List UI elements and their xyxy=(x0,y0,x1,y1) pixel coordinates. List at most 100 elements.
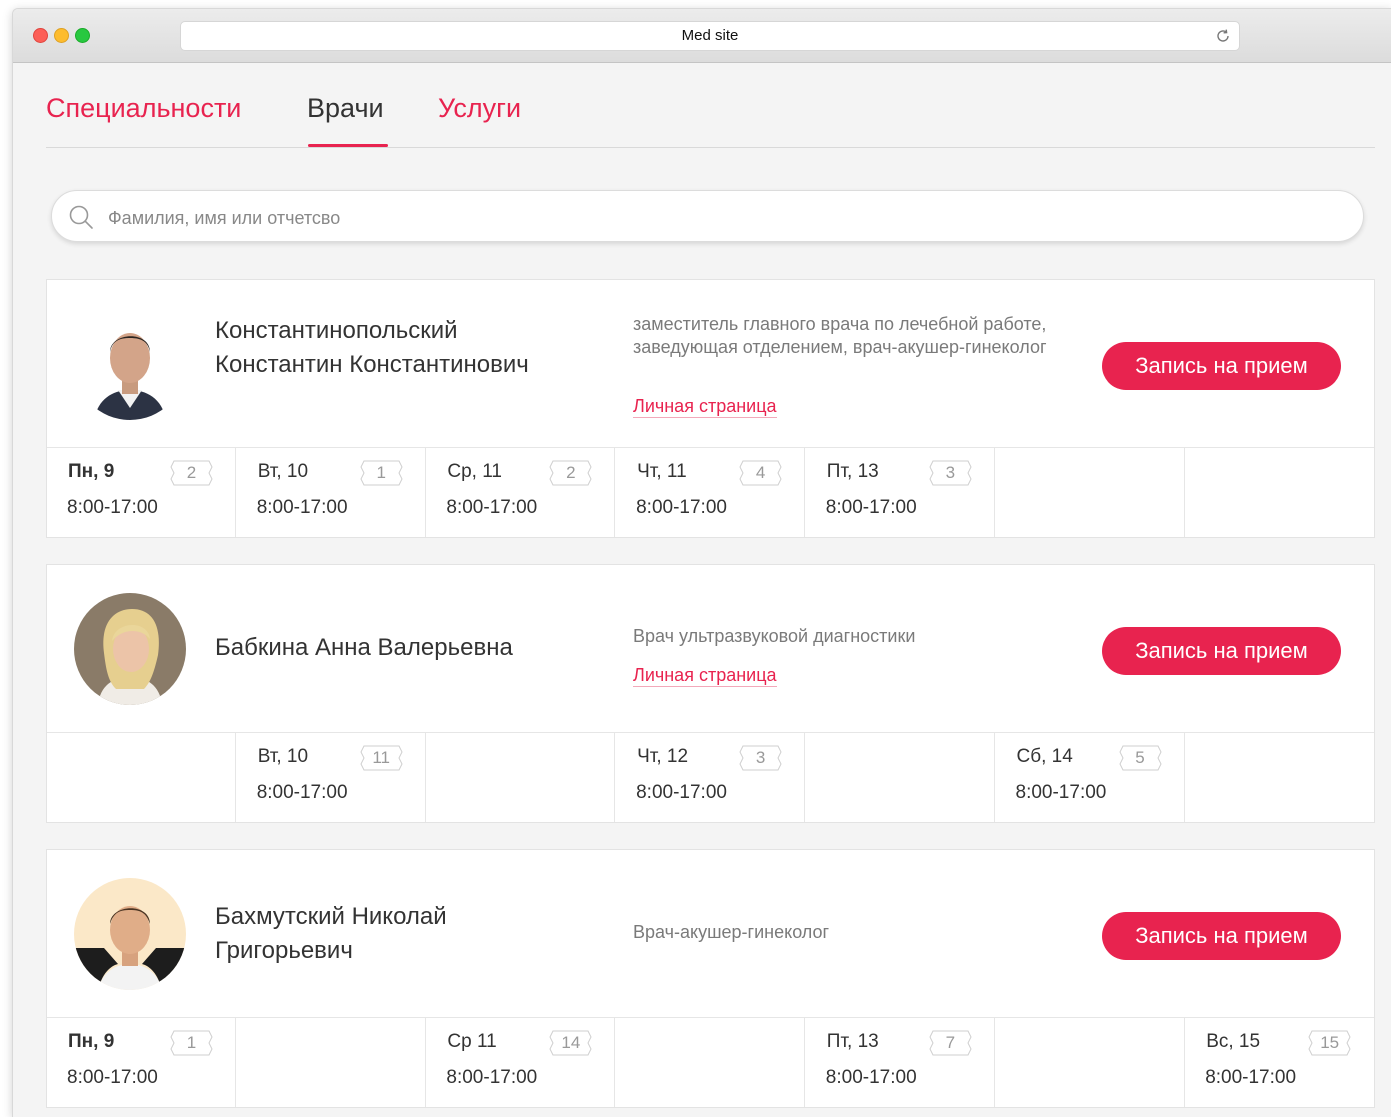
schedule-day[interactable]: Чт, 12 3 8:00-17:00 xyxy=(616,732,806,822)
schedule-day-label: Чт, 12 xyxy=(637,746,689,767)
doctor-role: заместитель главного врача по лечебной р… xyxy=(633,314,1047,357)
schedule-day-label: Пн, 9 xyxy=(68,1031,115,1052)
close-window-button[interactable] xyxy=(33,28,48,43)
schedule-day[interactable]: Вт, 10 1 8:00-17:00 xyxy=(237,447,426,537)
doctor-avatar xyxy=(74,878,186,990)
schedule-day-empty xyxy=(426,732,616,822)
schedule-row: Пн, 9 2 8:00-17:00 Вт, 10 1 8:00-17:00 Ср, 11 2… xyxy=(47,447,1374,537)
schedule-day[interactable]: Ср, 11 2 8:00-17:00 xyxy=(426,447,616,537)
schedule-day[interactable]: Чт, 11 4 8:00-17:00 xyxy=(616,447,806,537)
schedule-day[interactable]: Пт, 13 3 8:00-17:00 xyxy=(806,447,995,537)
search-icon xyxy=(69,205,93,229)
schedule-time: 8:00-17:00 xyxy=(67,1067,158,1088)
schedule-day[interactable]: Пт, 13 7 8:00-17:00 xyxy=(806,1017,995,1107)
free-slots-badge[interactable]: 14 xyxy=(549,1030,592,1056)
free-slots-count: 3 xyxy=(755,748,766,767)
address-bar[interactable]: Med site xyxy=(180,21,1240,51)
schedule-day-label: Ср, 11 xyxy=(447,461,502,482)
free-slots-count: 1 xyxy=(376,463,386,482)
schedule-day[interactable]: Пн, 9 1 8:00-17:00 xyxy=(47,1017,236,1107)
profile-link[interactable]: Личная страница xyxy=(633,395,777,418)
schedule-day[interactable]: Ср 11 14 8:00-17:00 xyxy=(426,1017,616,1107)
schedule-row: Пн, 9 1 8:00-17:00 Ср 11 14 8:00-17:00 Пт, 13 7… xyxy=(47,1017,1374,1107)
free-slots-badge[interactable]: 2 xyxy=(549,460,592,486)
schedule-day-label: Пн, 9 xyxy=(68,461,115,482)
schedule-day-label: Чт, 11 xyxy=(637,461,687,482)
address-bar-title: Med site xyxy=(681,27,739,44)
schedule-time: 8:00-17:00 xyxy=(636,782,727,803)
schedule-day-empty xyxy=(47,732,236,822)
schedule-day[interactable]: Вс, 15 15 8:00-17:00 xyxy=(1185,1017,1374,1107)
free-slots-count: 3 xyxy=(945,463,956,482)
doctor-card: Бабкина Анна Валерьевна Врач ультразвуко… xyxy=(46,564,1375,823)
schedule-time: 8:00-17:00 xyxy=(825,1067,917,1088)
schedule-time: 8:00-17:00 xyxy=(1205,1067,1297,1088)
schedule-day-empty xyxy=(1185,447,1374,537)
tab-doctors[interactable]: Врачи xyxy=(307,93,384,124)
doctor-role: Врач-акушер-гинеколог xyxy=(633,922,830,942)
free-slots-badge[interactable]: 7 xyxy=(929,1030,972,1056)
doctor-role: Врач ультразвуковой диагностики xyxy=(633,626,916,646)
free-slots-badge[interactable]: 15 xyxy=(1308,1030,1351,1056)
schedule-day-empty xyxy=(996,447,1185,537)
doctor-name[interactable]: Константинопольский Константин Константи… xyxy=(215,314,555,382)
free-slots-badge[interactable]: 1 xyxy=(360,460,403,486)
schedule-time: 8:00-17:00 xyxy=(446,1067,538,1088)
schedule-day-label: Вс, 15 xyxy=(1206,1031,1261,1052)
schedule-day-label: Пт, 13 xyxy=(826,1031,879,1052)
free-slots-count: 15 xyxy=(1320,1033,1340,1052)
schedule-day-label: Вт, 10 xyxy=(257,461,309,482)
schedule-day-empty xyxy=(616,1017,806,1107)
free-slots-badge[interactable]: 3 xyxy=(929,460,972,486)
free-slots-count: 5 xyxy=(1135,748,1145,767)
free-slots-badge[interactable]: 1 xyxy=(170,1030,213,1056)
doctor-name[interactable]: Бахмутский Николай Григорьевич xyxy=(215,900,555,968)
free-slots-count: 7 xyxy=(945,1033,956,1052)
reload-icon[interactable] xyxy=(1215,28,1231,44)
free-slots-badge[interactable]: 5 xyxy=(1118,745,1162,771)
doctor-card: Бахмутский Николай Григорьевич Врач-акуш… xyxy=(46,849,1375,1108)
doctor-name[interactable]: Бабкина Анна Валерьевна xyxy=(215,631,615,665)
profile-link[interactable]: Личная страница xyxy=(633,664,777,687)
schedule-day-empty xyxy=(237,1017,426,1107)
free-slots-badge[interactable]: 3 xyxy=(739,745,782,771)
free-slots-badge[interactable]: 2 xyxy=(170,460,213,486)
browser-window: Med site Специальности Врачи Услуги Фами… xyxy=(12,8,1391,1117)
free-slots-badge[interactable]: 4 xyxy=(739,460,782,486)
schedule-time: 8:00-17:00 xyxy=(256,497,348,518)
minimize-window-button[interactable] xyxy=(54,28,69,43)
book-appointment-button[interactable]: Запись на прием xyxy=(1102,627,1341,675)
browser-titlebar: Med site xyxy=(13,9,1391,63)
free-slots-count: 1 xyxy=(186,1033,197,1052)
schedule-time: 8:00-17:00 xyxy=(636,497,727,518)
free-slots-count: 2 xyxy=(566,463,576,482)
free-slots-count: 14 xyxy=(561,1033,581,1052)
schedule-time: 8:00-17:00 xyxy=(256,782,348,803)
schedule-day-label: Сб, 14 xyxy=(1016,746,1073,767)
tab-specialties[interactable]: Специальности xyxy=(46,93,241,124)
section-tabs: Специальности Врачи Услуги xyxy=(46,87,1375,148)
schedule-day-empty xyxy=(1185,732,1374,822)
free-slots-count: 4 xyxy=(755,463,766,482)
tab-services[interactable]: Услуги xyxy=(438,93,521,124)
doctor-card: Константинопольский Константин Константи… xyxy=(46,279,1375,538)
schedule-day[interactable]: Пн, 9 2 8:00-17:00 xyxy=(47,447,236,537)
schedule-day-label: Ср 11 xyxy=(447,1031,497,1052)
search-box xyxy=(51,190,1364,242)
schedule-day[interactable]: Сб, 14 5 8:00-17:00 xyxy=(996,732,1185,822)
schedule-time: 8:00-17:00 xyxy=(1015,782,1107,803)
schedule-day-label: Вт, 10 xyxy=(257,746,309,767)
schedule-day-label: Пт, 13 xyxy=(826,461,879,482)
maximize-window-button[interactable] xyxy=(75,28,90,43)
schedule-day[interactable]: Вт, 10 11 8:00-17:00 xyxy=(237,732,426,822)
free-slots-badge[interactable]: 11 xyxy=(360,745,403,771)
book-appointment-button[interactable]: Запись на прием xyxy=(1102,342,1341,390)
schedule-time: 8:00-17:00 xyxy=(446,497,538,518)
schedule-time: 8:00-17:00 xyxy=(67,497,158,518)
book-appointment-button[interactable]: Запись на прием xyxy=(1102,912,1341,960)
schedule-row: Вт, 10 11 8:00-17:00 Чт, 12 3 8:00-17:00 Сб, 1… xyxy=(47,732,1374,822)
schedule-day-empty xyxy=(996,1017,1185,1107)
active-tab-indicator xyxy=(308,144,388,147)
doctor-avatar xyxy=(74,593,186,705)
search-input[interactable] xyxy=(106,203,1310,233)
